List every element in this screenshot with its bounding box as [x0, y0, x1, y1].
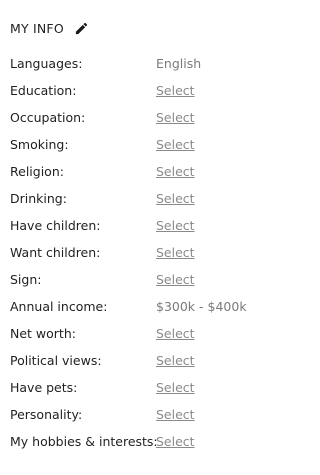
info-row: Sign: Select [10, 269, 310, 296]
info-list: Languages: English Education: Select Occupat… [10, 53, 310, 458]
info-row: Have children: Select [10, 215, 310, 242]
info-row-label: Languages: [10, 56, 83, 71]
info-row-label: Religion: [10, 164, 64, 179]
info-row: Education: Select [10, 80, 310, 107]
info-row-label: Want children: [10, 245, 101, 260]
select-link[interactable]: Select [156, 380, 195, 395]
pencil-icon-glyph [76, 22, 88, 34]
info-row: Have pets: Select [10, 377, 310, 404]
info-row: Annual income: $300k - $400k [10, 296, 310, 323]
select-link[interactable]: Select [156, 110, 195, 125]
select-link[interactable]: Select [156, 137, 195, 152]
select-link[interactable]: Select [156, 245, 195, 260]
info-row-label: Political views: [10, 353, 102, 368]
info-row-value: $300k - $400k [156, 299, 247, 314]
select-link[interactable]: Select [156, 218, 195, 233]
info-row: My hobbies & interests: Select [10, 431, 310, 458]
info-row: Drinking: Select [10, 188, 310, 215]
select-link[interactable]: Select [156, 83, 195, 98]
select-link[interactable]: Select [156, 434, 195, 449]
info-row-label: Have pets: [10, 380, 78, 395]
info-row-label: Drinking: [10, 191, 67, 206]
info-row-value: English [156, 56, 202, 71]
info-row: Languages: English [10, 53, 310, 80]
info-row: Net worth: Select [10, 323, 310, 350]
info-row: Religion: Select [10, 161, 310, 188]
pencil-icon[interactable] [74, 20, 90, 36]
select-link[interactable]: Select [156, 326, 195, 341]
info-row: Personality: Select [10, 404, 310, 431]
select-link[interactable]: Select [156, 353, 195, 368]
info-row: Smoking: Select [10, 134, 310, 161]
select-link[interactable]: Select [156, 164, 195, 179]
section-header: MY INFO [10, 18, 90, 38]
info-row: Want children: Select [10, 242, 310, 269]
info-row-label: Annual income: [10, 299, 108, 314]
select-link[interactable]: Select [156, 407, 195, 422]
info-row-label: Net worth: [10, 326, 76, 341]
info-row-label: Education: [10, 83, 77, 98]
info-row-label: Have children: [10, 218, 101, 233]
info-row-label: My hobbies & interests: [10, 434, 158, 449]
select-link[interactable]: Select [156, 272, 195, 287]
info-row-label: Occupation: [10, 110, 86, 125]
section-title: MY INFO [10, 20, 64, 36]
info-row-label: Sign: [10, 272, 42, 287]
info-row: Occupation: Select [10, 107, 310, 134]
info-row: Political views: Select [10, 350, 310, 377]
info-row-label: Personality: [10, 407, 83, 422]
info-row-label: Smoking: [10, 137, 69, 152]
select-link[interactable]: Select [156, 191, 195, 206]
